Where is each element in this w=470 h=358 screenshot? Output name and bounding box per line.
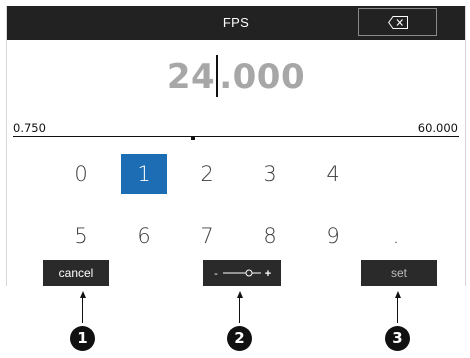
key-6[interactable]: 6 xyxy=(121,216,167,256)
key-2[interactable]: 2 xyxy=(184,154,230,194)
callout-1-line xyxy=(82,295,83,323)
callout-2-line xyxy=(239,295,240,323)
range-min-label: 0.750 xyxy=(13,121,46,135)
cancel-button[interactable]: cancel xyxy=(43,260,109,286)
key-9[interactable]: 9 xyxy=(310,216,356,256)
key-0[interactable]: 0 xyxy=(58,154,104,194)
callout-1-badge: 1 xyxy=(71,327,94,350)
callout-3-arrow xyxy=(395,291,401,298)
value-integer-part: 24 xyxy=(166,57,216,97)
key-3[interactable]: 3 xyxy=(247,154,293,194)
backspace-icon xyxy=(388,16,408,29)
slider-icon: - + xyxy=(214,268,271,280)
range-position-marker xyxy=(191,136,195,140)
device-screen: FPS 24.000 0.750 60.000 0 1 2 3 4 5 6 7 … xyxy=(6,6,466,286)
key-4[interactable]: 4 xyxy=(310,154,356,194)
key-decimal-point[interactable]: . xyxy=(373,216,419,256)
text-cursor xyxy=(216,54,219,97)
range-max-label: 60.000 xyxy=(417,121,458,135)
key-8[interactable]: 8 xyxy=(247,216,293,256)
callout-3-line xyxy=(397,295,398,323)
range-scale xyxy=(13,136,459,137)
slider-mode-button[interactable]: - + xyxy=(203,260,281,286)
callout-2-arrow xyxy=(237,291,243,298)
backspace-button[interactable] xyxy=(358,8,437,36)
slider-minus-label: - xyxy=(214,268,218,280)
softkey-bar: cancel - + set xyxy=(7,260,465,286)
set-button[interactable]: set xyxy=(361,260,437,286)
title-bar: FPS xyxy=(7,6,465,40)
value-input[interactable]: 24.000 xyxy=(7,52,465,102)
key-5[interactable]: 5 xyxy=(58,216,104,256)
key-1[interactable]: 1 xyxy=(121,154,167,194)
key-7[interactable]: 7 xyxy=(184,216,230,256)
value-decimal-part: .000 xyxy=(219,57,306,97)
callout-2-badge: 2 xyxy=(228,327,251,350)
slider-plus-label: + xyxy=(265,268,271,280)
callout-3-badge: 3 xyxy=(386,327,409,350)
callout-1-arrow xyxy=(80,291,86,298)
